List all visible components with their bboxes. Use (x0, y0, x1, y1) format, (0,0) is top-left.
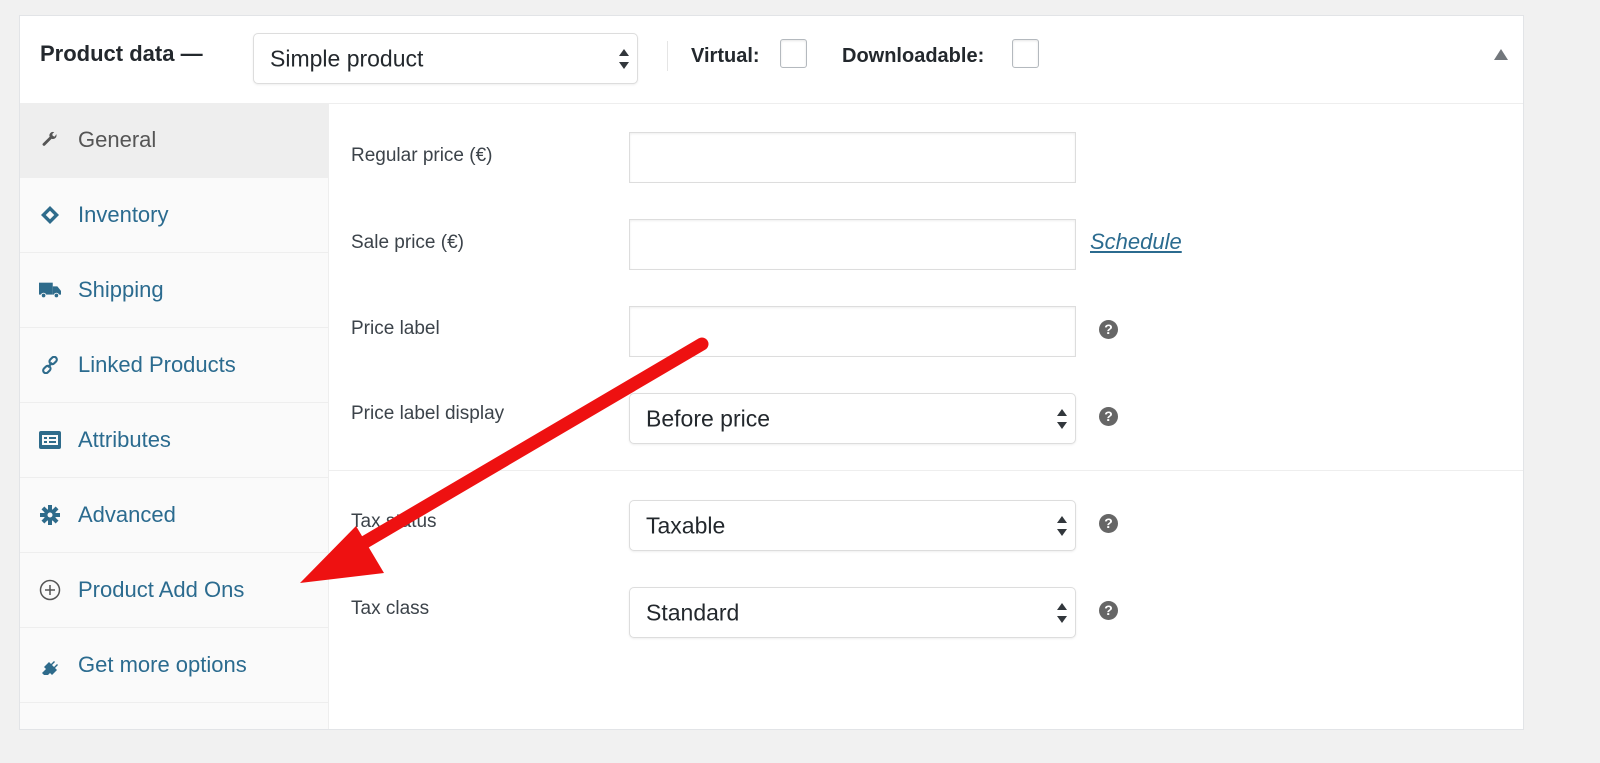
triangle-up-icon[interactable] (1494, 49, 1508, 60)
help-icon[interactable]: ? (1099, 320, 1118, 339)
select-arrows-icon (619, 47, 629, 71)
tag-icon (39, 204, 61, 226)
product-type-value: Simple product (270, 45, 424, 71)
price-label-display-value: Before price (646, 405, 771, 431)
price-label-display-select[interactable]: Before price (629, 393, 1076, 444)
regular-price-input[interactable] (629, 132, 1076, 183)
tab-label: Product Add Ons (78, 577, 245, 602)
product-type-select[interactable]: Simple product (253, 33, 638, 84)
tab-label: Inventory (78, 202, 169, 227)
tax-class-select[interactable]: Standard (629, 587, 1076, 638)
select-arrows-icon (1057, 514, 1067, 538)
select-arrows-icon (1057, 601, 1067, 625)
header-divider (667, 41, 668, 71)
tax-status-value: Taxable (646, 512, 726, 538)
general-panel: Regular price (€) Sale price (€) Schedul… (329, 103, 1523, 729)
tab-label: Attributes (78, 427, 171, 452)
product-data-panel: Product data — Simple product Virtual: D… (19, 15, 1524, 730)
plugin-icon (39, 654, 61, 676)
section-divider (329, 470, 1523, 471)
price-label-label: Price label (351, 318, 440, 339)
tab-get-more-options[interactable]: Get more options (20, 628, 328, 703)
tab-product-add-ons[interactable]: Product Add Ons (20, 553, 328, 628)
product-data-tabs: General Inventory Shipping Linked Produc… (20, 103, 329, 729)
virtual-checkbox[interactable] (780, 39, 807, 68)
wrench-icon (39, 129, 61, 151)
price-label-display-label: Price label display (351, 403, 505, 424)
tab-label: Advanced (78, 502, 176, 527)
list-card-icon (39, 429, 61, 451)
downloadable-checkbox[interactable] (1012, 39, 1039, 68)
tab-linked-products[interactable]: Linked Products (20, 328, 328, 403)
select-arrows-icon (1057, 407, 1067, 431)
virtual-label: Virtual: (691, 45, 760, 67)
tab-label: Linked Products (78, 352, 236, 377)
tab-advanced[interactable]: Advanced (20, 478, 328, 553)
tab-attributes[interactable]: Attributes (20, 403, 328, 478)
help-icon[interactable]: ? (1099, 407, 1118, 426)
tax-class-value: Standard (646, 599, 740, 625)
price-label-input[interactable] (629, 306, 1076, 357)
tab-general[interactable]: General (20, 103, 328, 178)
sale-price-input[interactable] (629, 219, 1076, 270)
help-icon[interactable]: ? (1099, 514, 1118, 533)
help-icon[interactable]: ? (1099, 601, 1118, 620)
schedule-link[interactable]: Schedule (1090, 229, 1182, 255)
tab-inventory[interactable]: Inventory (20, 178, 328, 253)
tab-label: General (78, 127, 157, 152)
tax-class-label: Tax class (351, 598, 430, 619)
link-icon (39, 354, 61, 376)
regular-price-label: Regular price (€) (351, 145, 493, 166)
plus-circle-icon (39, 579, 61, 601)
tax-status-select[interactable]: Taxable (629, 500, 1076, 551)
tab-label: Get more options (78, 652, 247, 677)
panel-header: Product data — Simple product Virtual: D… (20, 16, 1523, 104)
tab-shipping[interactable]: Shipping (20, 253, 328, 328)
downloadable-label: Downloadable: (842, 45, 985, 67)
panel-title: Product data — (40, 41, 203, 66)
gear-icon (39, 504, 61, 526)
sale-price-label: Sale price (€) (351, 232, 464, 253)
tab-label: Shipping (78, 277, 164, 302)
truck-icon (39, 279, 61, 301)
tax-status-label: Tax status (351, 511, 437, 532)
